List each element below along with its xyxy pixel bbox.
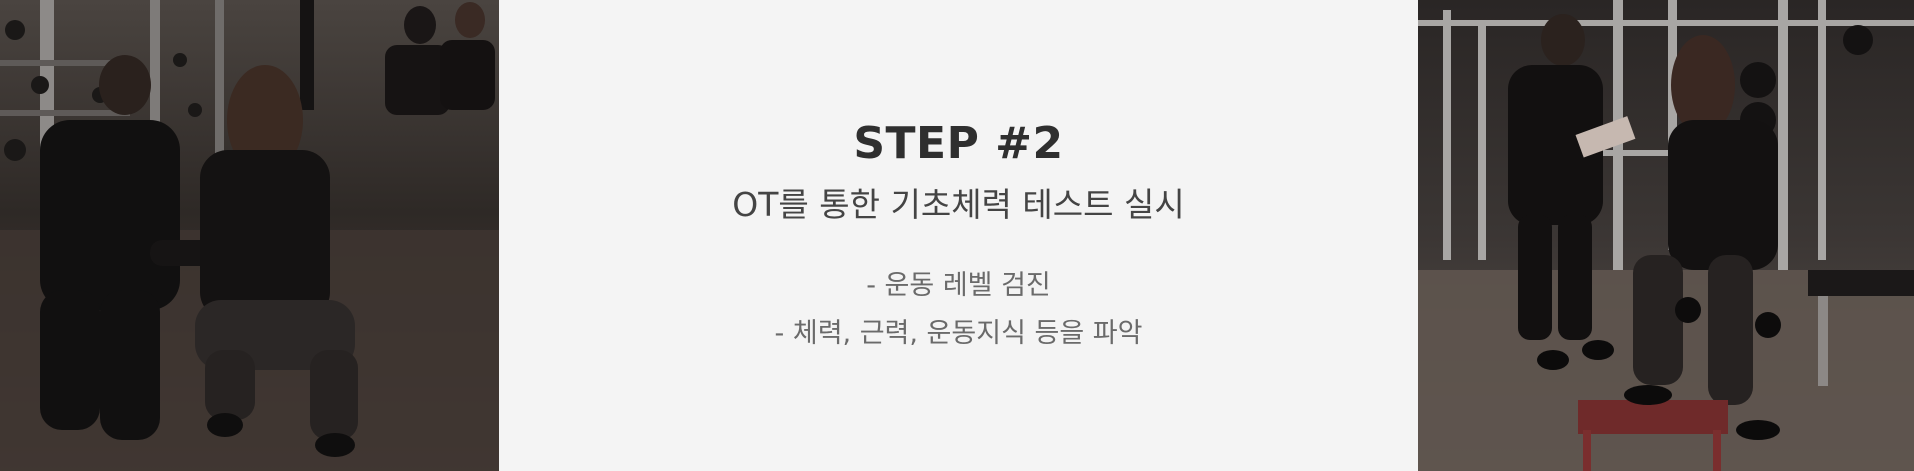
step-info-panel: STEP #2 OT를 통한 기초체력 테스트 실시 - 운동 레벨 검진 - … <box>499 0 1418 471</box>
step-bullet-list: - 운동 레벨 검진 - 체력, 근력, 운동지식 등을 파악 <box>499 262 1418 358</box>
step-subtitle: OT를 통한 기초체력 테스트 실시 <box>732 185 1185 224</box>
step-title: STEP #2 <box>853 118 1064 169</box>
gym-trainer-squat-photo <box>0 0 499 471</box>
gym-trainer-clipboard-photo <box>1418 0 1914 471</box>
step-bullet-item: - 운동 레벨 검진 <box>866 270 1051 301</box>
step-bullet-item: - 체력, 근력, 운동지식 등을 파악 <box>774 318 1143 349</box>
